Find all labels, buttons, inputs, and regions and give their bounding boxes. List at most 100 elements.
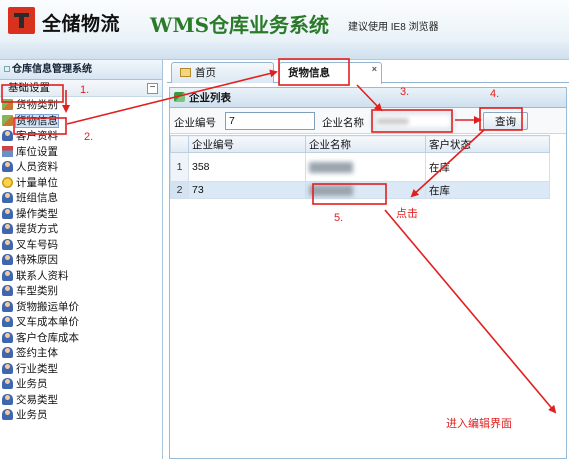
sidebar-item-label: 操作类型 — [16, 207, 58, 220]
tab-home[interactable]: 首页 — [171, 62, 274, 83]
sidebar-item-label: 客户资料 — [16, 130, 58, 142]
tab-bar: 首页 货物信息 × — [167, 60, 569, 84]
sidebar-item[interactable]: 联系人资料 — [0, 269, 162, 285]
sidebar-item[interactable]: 库位设置 — [0, 145, 162, 161]
sidebar-item-label: 客户仓库成本 — [16, 331, 79, 344]
user-icon — [2, 192, 13, 203]
sidebar-item-label: 车型类别 — [16, 285, 58, 297]
sidebar: 仓库信息管理系统 基础设置 − 货物类别货物信息 客户资料库位设置人员资料计量单位… — [0, 60, 163, 459]
sidebar-item-label: 人员资料 — [16, 161, 58, 173]
customer-status-cell: 在库 — [425, 152, 550, 182]
house-icon — [2, 145, 13, 157]
user-icon — [2, 409, 13, 420]
header-subbar — [0, 42, 569, 60]
tab-goods-info-label: 货物信息 — [288, 67, 330, 79]
sidebar-item[interactable]: 货物搬运单价 — [0, 300, 162, 316]
sidebar-item[interactable]: 业务员 — [0, 408, 162, 424]
sidebar-item[interactable]: 客户仓库成本 — [0, 331, 162, 347]
collapse-icon[interactable]: − — [147, 83, 158, 94]
sidebar-item-label: 计量单位 — [16, 176, 58, 189]
sidebar-item[interactable]: 计量单位 — [0, 176, 162, 192]
user-icon — [2, 362, 13, 374]
browser-hint: 建议使用 IE8 浏览器 — [348, 22, 439, 33]
company-name-cell[interactable] — [305, 181, 426, 199]
tree-icon — [4, 66, 10, 73]
sidebar-item-label: 库位设置 — [16, 145, 58, 158]
sidebar-item[interactable]: 提货方式 — [0, 222, 162, 238]
sidebar-item[interactable]: 签约主体 — [0, 346, 162, 362]
user-icon — [2, 285, 13, 296]
user-icon — [2, 207, 13, 219]
sidebar-group-label: 基础设置 — [8, 82, 50, 94]
step2-label: 2. — [84, 131, 94, 143]
sidebar-item-label: 货物类别 — [16, 99, 58, 111]
sidebar-title-label: 仓库信息管理系统 — [12, 64, 92, 75]
boxes-icon — [2, 99, 13, 110]
sidebar-item[interactable]: 特殊原因 — [0, 253, 162, 269]
column-header: 企业编号 — [188, 135, 306, 153]
user-icon — [2, 347, 13, 358]
sidebar-item[interactable]: 操作类型 — [0, 207, 162, 223]
step4-label: 4. — [490, 88, 500, 100]
sidebar-item[interactable]: 客户资料 — [0, 129, 162, 145]
enter-edit-label: 进入编辑界面 — [446, 418, 512, 430]
sidebar-item[interactable]: 车型类别 — [0, 284, 162, 300]
boxes-icon — [2, 114, 13, 126]
sidebar-item-label: 特殊原因 — [16, 254, 58, 266]
user-icon — [2, 393, 13, 405]
sidebar-item[interactable]: 叉车号码 — [0, 238, 162, 254]
sidebar-menu: 货物类别货物信息 客户资料库位设置人员资料计量单位班组信息操作类型提货方式叉车号码… — [0, 97, 162, 424]
sidebar-item-label: 行业类型 — [16, 362, 58, 375]
sidebar-item[interactable]: 班组信息 — [0, 191, 162, 207]
redacted-text — [309, 184, 353, 196]
step1-label: 1. — [80, 84, 90, 96]
logo-icon — [8, 7, 35, 34]
search-bar: 企业编号 企业名称 查询 — [170, 108, 566, 134]
company-name-label: 企业名称 — [322, 117, 364, 129]
column-header: 客户状态 — [425, 135, 550, 153]
company-name-cell[interactable] — [305, 152, 426, 182]
sidebar-item-label: 提货方式 — [16, 223, 58, 235]
company-code-cell: 73 — [188, 181, 306, 199]
tab-goods-info[interactable]: 货物信息 × — [279, 62, 382, 84]
user-icon — [2, 130, 13, 141]
panel-title: 企业列表 — [189, 92, 231, 104]
company-table: 企业编号 企业名称 客户状态 1 358 在库 2 73 在库 — [170, 135, 550, 199]
company-code-label: 企业编号 — [174, 117, 216, 129]
step5-label: 5. — [334, 212, 344, 224]
user-icon — [2, 223, 13, 234]
sidebar-item[interactable]: 交易类型 — [0, 393, 162, 409]
user-icon — [2, 331, 13, 343]
company-code-input[interactable] — [225, 112, 315, 130]
app-header: 全储物流 WMS仓库业务系统 建议使用 IE8 浏览器 — [0, 0, 569, 42]
redacted-text — [309, 161, 353, 173]
sidebar-item[interactable]: 叉车成本单价 — [0, 315, 162, 331]
sidebar-item-label: 业务员 — [16, 409, 48, 421]
user-icon — [2, 161, 13, 172]
sidebar-item[interactable]: 货物类别 — [0, 98, 162, 114]
query-button[interactable]: 查询 — [483, 112, 528, 130]
sidebar-item[interactable]: 货物信息 — [0, 113, 162, 130]
sidebar-item[interactable]: 业务员 — [0, 377, 162, 393]
click-label: 点击 — [396, 208, 418, 220]
user-icon — [2, 269, 13, 281]
column-header: 企业名称 — [305, 135, 426, 153]
user-icon — [2, 378, 13, 389]
step3-label: 3. — [400, 86, 410, 98]
user-icon — [2, 254, 13, 265]
table-row[interactable]: 2 73 在库 — [170, 181, 550, 199]
system-title: WMS仓库业务系统 — [150, 13, 330, 37]
row-number-header — [170, 135, 189, 153]
sidebar-item-label: 班组信息 — [16, 192, 58, 204]
tab-home-label: 首页 — [195, 67, 216, 79]
gauge-icon — [2, 176, 13, 188]
close-icon[interactable]: × — [372, 64, 377, 74]
company-name-input[interactable] — [373, 112, 453, 130]
sidebar-item-label: 业务员 — [16, 378, 48, 390]
sidebar-item[interactable]: 人员资料 — [0, 160, 162, 176]
sidebar-item[interactable]: 行业类型 — [0, 362, 162, 378]
sidebar-title: 仓库信息管理系统 — [0, 60, 162, 80]
table-row[interactable]: 1 358 在库 — [170, 152, 550, 182]
sidebar-item-label: 签约主体 — [16, 347, 58, 359]
panel-header: 企业列表 — [170, 88, 566, 108]
